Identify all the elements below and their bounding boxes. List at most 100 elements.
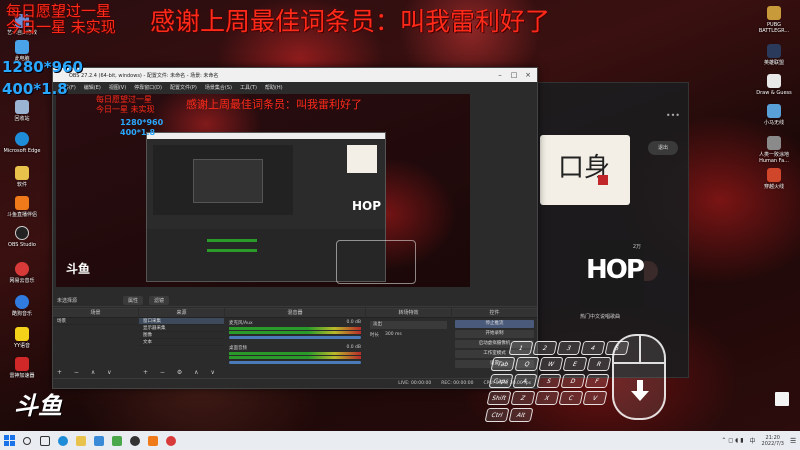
- scene-item[interactable]: 场景: [53, 318, 138, 325]
- yy-icon: [15, 327, 29, 341]
- album-cover[interactable]: 口身: [540, 135, 630, 205]
- source-item[interactable]: 文本: [139, 339, 224, 346]
- clock[interactable]: 21:20 2022/7/3: [762, 435, 784, 447]
- properties-button[interactable]: 属性: [123, 296, 144, 305]
- volume-slider[interactable]: [229, 361, 361, 364]
- tray-icons[interactable]: ⌃ ◻ ◖ ▮: [721, 437, 743, 444]
- nested-hop: HOP: [352, 199, 382, 213]
- key-2: 2: [532, 341, 558, 355]
- nested-preview: [153, 145, 293, 215]
- notification-icon[interactable]: ☰: [790, 437, 800, 445]
- more-icon[interactable]: •••: [666, 111, 680, 120]
- douyu-taskbar-icon[interactable]: [144, 431, 162, 450]
- preview-res2: 400*1.8: [120, 128, 156, 137]
- obs-taskbar-icon[interactable]: [126, 431, 144, 450]
- key-e: E: [562, 357, 588, 371]
- preview-brand: 斗鱼: [66, 262, 91, 276]
- desktop-icon[interactable]: Microsoft Edge: [0, 132, 44, 154]
- windows-icon: [3, 435, 15, 446]
- desktop-icon[interactable]: 回收站: [0, 100, 44, 122]
- close-icon[interactable]: ×: [523, 70, 533, 80]
- desktop-icon[interactable]: 酷狗音乐: [0, 295, 44, 317]
- desktop-icon[interactable]: 英雄联盟: [752, 44, 796, 66]
- obs-icon: [15, 226, 29, 240]
- mouse-divider: [639, 336, 641, 362]
- controls-dock-title: 控件: [452, 309, 537, 318]
- source-item[interactable]: 图像: [139, 332, 224, 339]
- source-toolbar: 未选择源 属性 滤镜: [53, 295, 537, 307]
- source-controls[interactable]: + − ⚙ ∧ ∨: [143, 369, 220, 376]
- key-4: 4: [580, 341, 606, 355]
- filters-button[interactable]: 滤镜: [149, 296, 170, 305]
- computer-icon: [15, 40, 29, 54]
- wifi-app-icon: [767, 104, 781, 118]
- desktop-icon[interactable]: 软件: [0, 166, 44, 188]
- source-item[interactable]: 窗口采集: [139, 318, 224, 325]
- track-name: 麦克风/Aux: [229, 321, 253, 326]
- no-source-label: 未选择源: [57, 298, 78, 304]
- desktop-icon[interactable]: 网易云音乐: [0, 262, 44, 284]
- scenes-dock-title: 场景: [53, 309, 138, 318]
- key-tab: Tab: [490, 357, 516, 371]
- desktop-icon[interactable]: 雷神加速器: [0, 357, 44, 379]
- mouse-divider: [614, 362, 664, 364]
- key-3: 3: [556, 341, 582, 355]
- music-player-window[interactable]: ••• 口身 退出 HOP 2万 热门中文说唱歌曲: [527, 82, 689, 378]
- start-record-button[interactable]: 开始录制: [455, 330, 534, 338]
- stop-stream-button[interactable]: 停止推流: [455, 320, 534, 328]
- audio-meter: [229, 352, 361, 355]
- desktop-icon[interactable]: OBS Studio: [0, 226, 44, 248]
- key-d: D: [560, 374, 586, 388]
- preview-keyboard-overlay: [336, 240, 416, 284]
- store-taskbar-icon[interactable]: [90, 431, 108, 450]
- scene-controls[interactable]: + − ∧ ∨: [57, 369, 117, 376]
- live-status: LIVE: 00:00:00: [398, 381, 432, 386]
- menu-edit[interactable]: 编辑(E): [84, 84, 101, 91]
- key-alt: Alt: [508, 408, 534, 422]
- obs-preview[interactable]: HOP 斗鱼 每日愿望过一星 今日一星 未实现 感谢上周最佳词条员：叫我雷利好了…: [56, 94, 470, 287]
- key-f: F: [584, 374, 610, 388]
- crossfire-icon: [767, 168, 781, 182]
- desktop-icon[interactable]: Draw & Guess: [752, 74, 796, 96]
- maximize-icon[interactable]: □: [509, 70, 519, 80]
- key-c: C: [558, 391, 584, 405]
- menu-view[interactable]: 视图(V): [109, 84, 126, 91]
- explorer-taskbar-icon[interactable]: [72, 431, 90, 450]
- search-icon[interactable]: [18, 431, 36, 450]
- volume-slider[interactable]: [229, 336, 361, 339]
- taskbar: ⌃ ◻ ◖ ▮ 中 21:20 2022/7/3 ☰: [0, 431, 800, 450]
- task-view-icon[interactable]: [36, 431, 54, 450]
- menu-docks[interactable]: 停靠窗口(D): [134, 84, 162, 91]
- transition-select[interactable]: 淡出: [370, 321, 447, 329]
- overlay-wish-line2: 今日一星 未实现: [6, 18, 116, 36]
- game-taskbar-icon[interactable]: [108, 431, 126, 450]
- key-s: S: [536, 374, 562, 388]
- desktop-icon[interactable]: YY语音: [0, 327, 44, 349]
- desktop-icon[interactable]: 穿越火线: [752, 168, 796, 190]
- duration-input[interactable]: 300 ms: [385, 332, 402, 338]
- duration-label: 时长: [370, 333, 379, 338]
- desktop-icon[interactable]: PUBG BATTLEGR...: [752, 6, 796, 34]
- menu-help[interactable]: 帮助(H): [265, 84, 283, 91]
- ime-indicator[interactable]: 中: [750, 436, 756, 445]
- desktop-file-icon[interactable]: [760, 392, 800, 408]
- desktop-icon[interactable]: 人类一败涂地 Human Fa...: [752, 136, 796, 164]
- obs-titlebar: OBS 27.2.4 (64-bit, windows) - 配置文件: 未命名…: [53, 68, 537, 82]
- start-button[interactable]: [0, 431, 18, 450]
- edge-taskbar-icon[interactable]: [54, 431, 72, 450]
- nested-meter: [207, 239, 257, 242]
- menu-scene-collection[interactable]: 场景集合(S): [205, 84, 232, 91]
- mixer-dock-title: 混音器: [225, 309, 365, 318]
- seal-icon: [598, 175, 608, 185]
- exit-button[interactable]: 退出: [648, 141, 678, 155]
- minimize-icon[interactable]: –: [495, 70, 505, 80]
- playlist-cover[interactable]: HOP 2万: [580, 241, 645, 307]
- human-fall-flat-icon: [767, 136, 781, 150]
- desktop-icon[interactable]: 小马无线: [752, 104, 796, 126]
- menu-tools[interactable]: 工具(T): [240, 84, 257, 91]
- source-item[interactable]: 显示器采集: [139, 325, 224, 332]
- audio-meter: [229, 327, 361, 330]
- menu-profile[interactable]: 配置文件(P): [170, 84, 197, 91]
- desktop-icon[interactable]: 斗鱼直播伴侣: [0, 196, 44, 218]
- music-taskbar-icon[interactable]: [162, 431, 180, 450]
